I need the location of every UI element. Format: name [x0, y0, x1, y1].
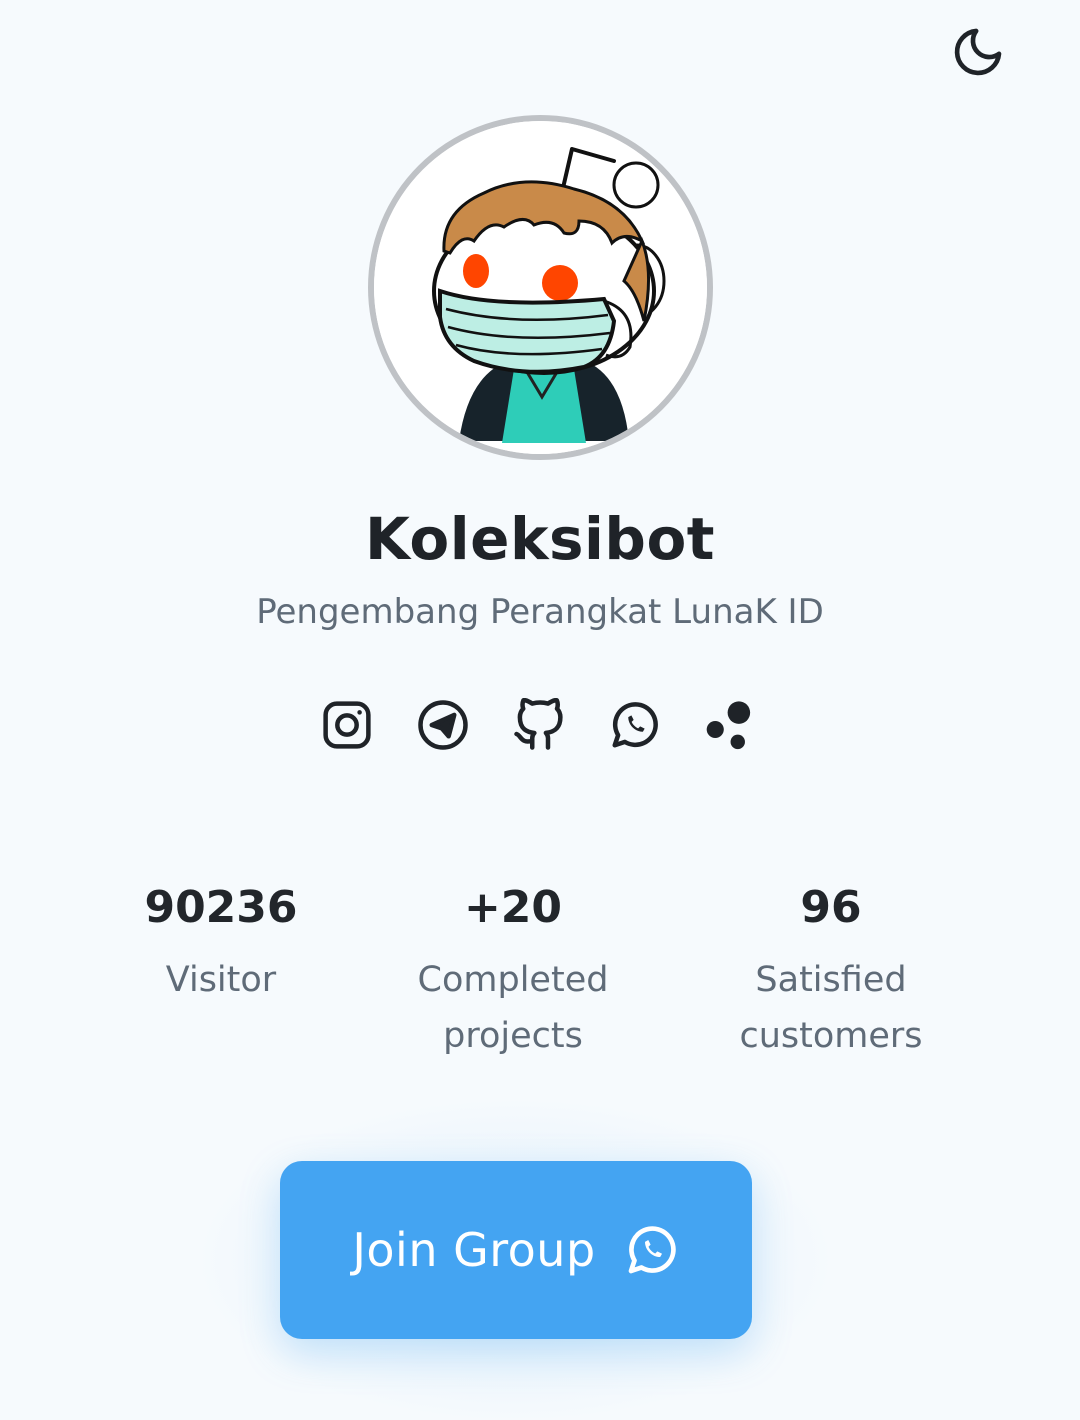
snoo-mascot-image: [374, 121, 707, 454]
stat-value: 96: [800, 882, 862, 933]
stat-label: Satisfied customers: [700, 952, 962, 1064]
stat-completed-projects: +20 Completed projects: [380, 878, 646, 1064]
join-group-button[interactable]: Join Group: [280, 1161, 752, 1339]
stat-label: Visitor: [165, 960, 277, 1000]
stat-label: Completed projects: [380, 952, 646, 1064]
github-link[interactable]: [508, 694, 570, 756]
stat-visitor: 90236 Visitor: [100, 878, 342, 1008]
stat-label-line: customers: [739, 1016, 923, 1056]
stat-label-line: Satisfied: [755, 960, 907, 1000]
instagram-link[interactable]: [316, 694, 378, 756]
stat-value: +20: [463, 882, 563, 933]
profile-name: Koleksibot: [364, 505, 716, 573]
stat-label-line: Completed: [417, 960, 609, 1000]
stat-satisfied-customers: 96 Satisfied customers: [700, 878, 962, 1064]
avatar: [368, 115, 713, 460]
profile-subtitle: Pengembang Perangkat LunaK ID: [256, 592, 824, 632]
join-group-label: Join Group: [352, 1223, 596, 1277]
github-icon: [514, 698, 563, 750]
dots-cluster-icon: [706, 701, 751, 750]
whatsapp-icon: [628, 1226, 676, 1274]
theme-toggle-button[interactable]: [948, 22, 1008, 82]
whatsapp-link[interactable]: [604, 694, 666, 756]
stat-label-line: projects: [443, 1016, 583, 1056]
social-links: [316, 694, 764, 756]
instagram-icon: [323, 701, 371, 749]
moon-icon: [954, 28, 1002, 76]
whatsapp-icon: [612, 702, 658, 748]
telegram-icon: [418, 700, 468, 750]
stat-value: 90236: [144, 882, 298, 933]
telegram-link[interactable]: [412, 694, 474, 756]
dots-cluster-link[interactable]: [700, 694, 762, 756]
